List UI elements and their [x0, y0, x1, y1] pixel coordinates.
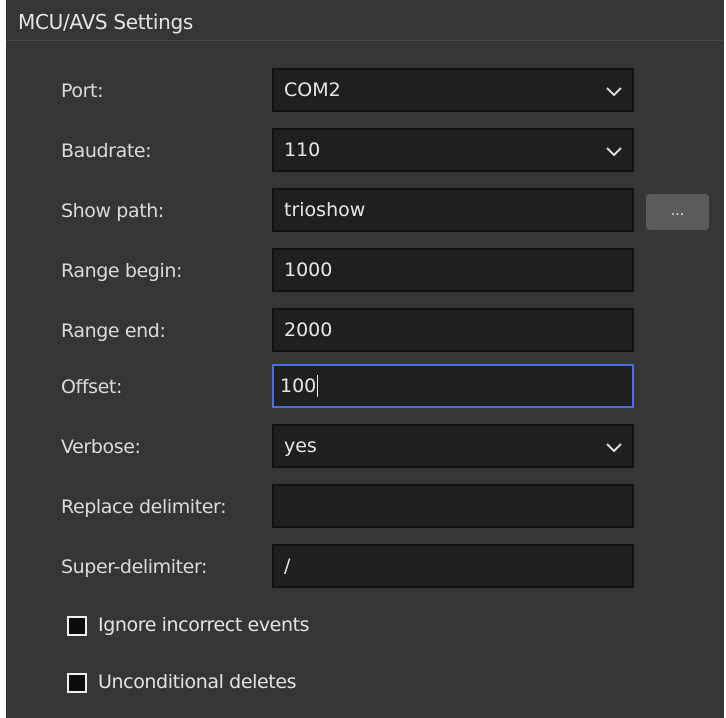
- show-path-input[interactable]: trioshow: [272, 188, 634, 232]
- text-caret: [317, 375, 319, 397]
- unconditional-deletes-checkbox[interactable]: [67, 673, 87, 693]
- verbose-row: Verbose: yes: [0, 424, 726, 470]
- verbose-select[interactable]: yes: [272, 424, 634, 468]
- chevron-down-icon: [606, 443, 622, 453]
- show-path-value: trioshow: [284, 199, 366, 221]
- range-begin-label: Range begin:: [61, 260, 182, 282]
- verbose-value: yes: [284, 435, 317, 457]
- super-delimiter-value: /: [284, 555, 291, 577]
- unconditional-deletes-row[interactable]: Unconditional deletes: [0, 671, 726, 701]
- ignore-incorrect-events-row[interactable]: Ignore incorrect events: [0, 614, 726, 644]
- port-value: COM2: [284, 79, 341, 101]
- baudrate-select[interactable]: 110: [272, 128, 634, 172]
- ignore-incorrect-events-checkbox[interactable]: [67, 616, 87, 636]
- replace-delimiter-row: Replace delimiter:: [0, 484, 726, 530]
- show-path-label: Show path:: [61, 200, 164, 222]
- panel-title: MCU/AVS Settings: [18, 10, 193, 34]
- range-begin-row: Range begin: 1000: [0, 248, 726, 294]
- super-delimiter-label: Super-delimiter:: [61, 556, 208, 578]
- offset-label: Offset:: [61, 376, 122, 398]
- range-end-input[interactable]: 2000: [272, 308, 634, 352]
- chevron-down-icon: [606, 147, 622, 157]
- ignore-incorrect-events-label[interactable]: Ignore incorrect events: [98, 614, 310, 636]
- range-begin-value: 1000: [284, 259, 333, 281]
- baudrate-row: Baudrate: 110: [0, 128, 726, 174]
- verbose-label: Verbose:: [61, 436, 141, 458]
- show-path-row: Show path: trioshow ...: [0, 188, 726, 234]
- offset-row: Offset: 100: [0, 364, 726, 410]
- range-end-row: Range end: 2000: [0, 308, 726, 354]
- baudrate-value: 110: [284, 139, 321, 161]
- offset-value: 100: [280, 375, 317, 397]
- replace-delimiter-label: Replace delimiter:: [61, 496, 227, 518]
- range-begin-input[interactable]: 1000: [272, 248, 634, 292]
- range-end-label: Range end:: [61, 320, 166, 342]
- port-label: Port:: [61, 80, 104, 102]
- unconditional-deletes-label[interactable]: Unconditional deletes: [98, 671, 297, 693]
- super-delimiter-row: Super-delimiter: /: [0, 544, 726, 590]
- browse-button[interactable]: ...: [646, 194, 709, 230]
- title-divider: [6, 40, 724, 41]
- chevron-down-icon: [606, 87, 622, 97]
- range-end-value: 2000: [284, 319, 333, 341]
- port-select[interactable]: COM2: [272, 68, 634, 112]
- port-row: Port: COM2: [0, 68, 726, 114]
- baudrate-label: Baudrate:: [61, 140, 152, 162]
- super-delimiter-input[interactable]: /: [272, 544, 634, 588]
- offset-input[interactable]: 100: [272, 364, 634, 408]
- offset-value-wrap: 100: [280, 375, 319, 397]
- replace-delimiter-input[interactable]: [272, 484, 634, 528]
